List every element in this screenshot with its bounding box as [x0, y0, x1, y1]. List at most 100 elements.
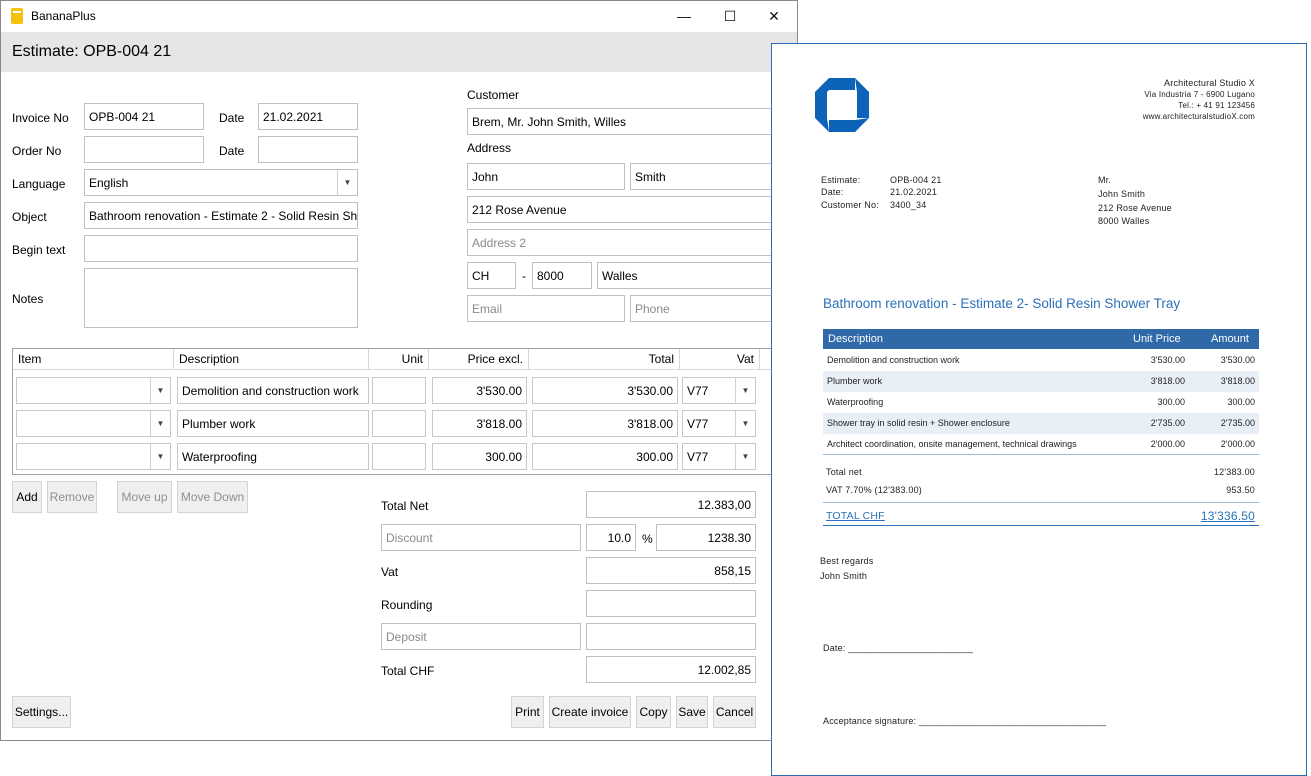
estimate-document-preview: Architectural Studio X Via Industria 7 -…	[771, 43, 1307, 776]
col-header-vat[interactable]: Vat	[680, 349, 760, 370]
save-button[interactable]: Save	[676, 696, 708, 728]
table-row: Demolition and construction work 3'530.0…	[823, 350, 1259, 371]
copy-button[interactable]: Copy	[636, 696, 671, 728]
table-row-unit[interactable]	[372, 443, 426, 470]
invoice-no-label: Invoice No	[12, 111, 69, 125]
doc-col-description: Description	[828, 333, 884, 345]
doc-col-unit-price: Unit Price	[1133, 333, 1181, 345]
chevron-down-icon[interactable]: ▼	[735, 378, 755, 403]
order-date-input[interactable]	[258, 136, 358, 163]
table-row-price[interactable]: 3'818.00	[432, 410, 527, 437]
move-up-button[interactable]: Move up	[117, 481, 172, 513]
remove-row-button[interactable]: Remove	[47, 481, 97, 513]
doc-total-net-label: Total net	[826, 467, 862, 477]
title-bar: BananaPlus — ☐ ✕	[1, 1, 797, 31]
order-no-input[interactable]	[84, 136, 204, 163]
table-row-item-select[interactable]: ▼	[16, 377, 171, 404]
begin-text-label: Begin text	[12, 243, 66, 257]
doc-row-amount: 3'818.00	[1220, 376, 1255, 386]
settings-button[interactable]: Settings...	[12, 696, 71, 728]
discount-amount-field[interactable]: 1238.30	[656, 524, 756, 551]
table-row-item-select[interactable]: ▼	[16, 410, 171, 437]
maximize-icon[interactable]: ☐	[707, 1, 753, 31]
company-phone: Tel.: + 41 91 123456	[1178, 101, 1255, 110]
table-row-item-select[interactable]: ▼	[16, 443, 171, 470]
company-website: www.architecturalstudioX.com	[1142, 112, 1255, 121]
country-input[interactable]: CH	[467, 262, 516, 289]
col-header-total[interactable]: Total	[529, 349, 680, 370]
object-input[interactable]: Bathroom renovation - Estimate 2 - Solid…	[84, 202, 358, 229]
cancel-button[interactable]: Cancel	[713, 696, 756, 728]
table-row-unit[interactable]	[372, 377, 426, 404]
zip-input[interactable]: 8000	[532, 262, 592, 289]
total-net-field[interactable]: 12.383,00	[586, 491, 756, 518]
create-invoice-button[interactable]: Create invoice	[549, 696, 631, 728]
first-name-input[interactable]: John	[467, 163, 625, 190]
invoice-no-input[interactable]: OPB-004 21	[84, 103, 204, 130]
object-label: Object	[12, 210, 47, 224]
table-row-price[interactable]: 300.00	[432, 443, 527, 470]
minimize-icon[interactable]: —	[661, 1, 707, 31]
chevron-down-icon[interactable]: ▼	[337, 170, 357, 195]
col-header-price[interactable]: Price excl.	[429, 349, 529, 370]
table-row-description[interactable]: Waterproofing	[177, 443, 369, 470]
table-row: Plumber work 3'818.00 3'818.00	[823, 371, 1259, 392]
doc-row-description: Demolition and construction work	[827, 355, 960, 365]
table-row-vat-select[interactable]: V77 ▼	[682, 410, 756, 437]
date-input[interactable]: 21.02.2021	[258, 103, 358, 130]
last-name-input[interactable]: Smith	[630, 163, 780, 190]
doc-row-description: Plumber work	[827, 376, 883, 386]
order-date-label: Date	[219, 144, 245, 158]
items-table: Item Description Unit Price excl. Total …	[12, 348, 772, 475]
table-row-total[interactable]: 3'818.00	[532, 410, 678, 437]
company-logo	[815, 78, 869, 132]
rounding-field[interactable]	[586, 590, 756, 617]
date-meta-value: 21.02.2021	[890, 187, 938, 197]
doc-row-amount: 2'000.00	[1220, 439, 1255, 449]
move-down-button[interactable]: Move Down	[177, 481, 248, 513]
table-row: Architect coordination, onsite managemen…	[823, 434, 1259, 455]
table-row-description[interactable]: Demolition and construction work	[177, 377, 369, 404]
table-row-vat-select[interactable]: V77 ▼	[682, 443, 756, 470]
print-button[interactable]: Print	[511, 696, 544, 728]
notes-textarea[interactable]	[84, 268, 358, 328]
email-input[interactable]: Email	[467, 295, 625, 322]
discount-percent-input[interactable]: 10.0	[586, 524, 636, 551]
table-row-total[interactable]: 300.00	[532, 443, 678, 470]
total-chf-label: Total CHF	[381, 664, 435, 678]
chevron-down-icon[interactable]: ▼	[735, 444, 755, 469]
chevron-down-icon[interactable]: ▼	[150, 378, 170, 403]
table-row-vat-select[interactable]: V77 ▼	[682, 377, 756, 404]
table-row-price[interactable]: 3'530.00	[432, 377, 527, 404]
deposit-field[interactable]	[586, 623, 756, 650]
col-header-item[interactable]: Item	[13, 349, 174, 370]
add-row-button[interactable]: Add	[12, 481, 42, 513]
vat-field[interactable]: 858,15	[586, 557, 756, 584]
header-bar: Estimate: OPB-004 21	[1, 32, 797, 72]
doc-total-chf-value: 13'336.50	[1200, 509, 1255, 523]
close-icon[interactable]: ✕	[751, 1, 797, 31]
address1-input[interactable]: 212 Rose Avenue	[467, 196, 780, 223]
language-select[interactable]: English ▼	[84, 169, 358, 196]
table-row-unit[interactable]	[372, 410, 426, 437]
city-input[interactable]: Walles	[597, 262, 780, 289]
table-row-description[interactable]: Plumber work	[177, 410, 369, 437]
begin-text-input[interactable]	[84, 235, 358, 262]
total-double-rule	[823, 525, 1259, 526]
col-header-unit[interactable]: Unit	[369, 349, 429, 370]
customer-select[interactable]: Brem, Mr. John Smith, Willes	[467, 108, 777, 135]
recipient-city: 8000 Walles	[1098, 216, 1150, 226]
chevron-down-icon[interactable]: ▼	[150, 444, 170, 469]
chevron-down-icon[interactable]: ▼	[150, 411, 170, 436]
deposit-input[interactable]: Deposit	[381, 623, 581, 650]
app-title: BananaPlus	[31, 9, 96, 23]
doc-col-amount: Amount	[1211, 333, 1249, 345]
company-address: Via Industria 7 - 6900 Lugano	[1144, 90, 1255, 99]
col-header-description[interactable]: Description	[174, 349, 369, 370]
phone-input[interactable]: Phone	[630, 295, 780, 322]
discount-input[interactable]: Discount	[381, 524, 581, 551]
table-row-total[interactable]: 3'530.00	[532, 377, 678, 404]
total-chf-field[interactable]: 12.002,85	[586, 656, 756, 683]
address2-input[interactable]: Address 2	[467, 229, 780, 256]
chevron-down-icon[interactable]: ▼	[735, 411, 755, 436]
